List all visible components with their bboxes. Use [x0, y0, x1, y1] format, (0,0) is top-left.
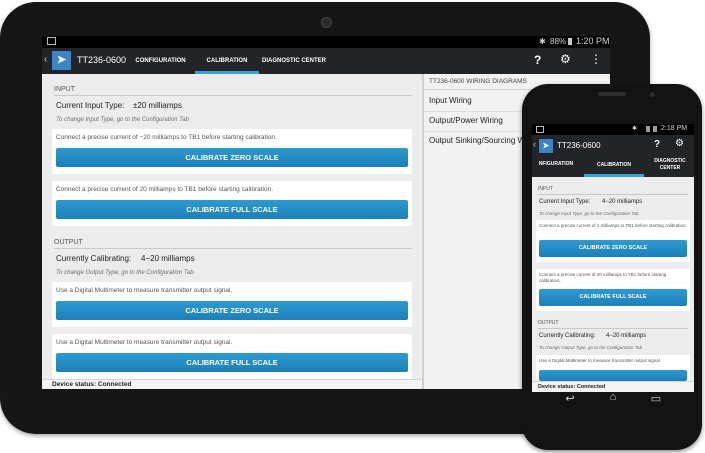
phone-screen: ✱ 2:18 PM ‹ ➤ TT236-0600 ? ⚙ NFIGURATION…: [532, 124, 694, 392]
input-calibrate-zero-button[interactable]: CALIBRATE ZERO SCALE: [539, 240, 687, 257]
input-zero-card: Connect a precise current of 4 milliamps…: [536, 220, 690, 262]
output-type-hint: To change Output Type, go to the Configu…: [539, 345, 643, 350]
output-calibrating-value: 4−20 milliamps: [141, 254, 195, 263]
output-type-hint: To change Output Type, go to the Configu…: [56, 270, 194, 276]
output-calibrating-value: 4−20 milliamps: [606, 333, 647, 339]
screenshot-icon: [47, 37, 56, 45]
output-calibrating-label: Currently Calibrating:: [539, 333, 596, 339]
device-status: Device status: Connected: [538, 384, 606, 390]
wiring-item-output-power[interactable]: Output/Power Wiring: [429, 116, 503, 125]
status-bar: ✱ 88% 1:20 PM: [42, 36, 610, 48]
gear-icon[interactable]: ⚙: [560, 52, 571, 66]
tab-diagnostic-center[interactable]: DIAGNOSTIC CENTER: [648, 158, 692, 172]
wiring-header: TT236-0600 WIRING DIAGRAMS: [429, 78, 527, 85]
output-full-card: Use a Digital Multimeter to measure tran…: [52, 334, 412, 379]
action-bar: ‹ ➤ TT236-0600 CONFIGURATION CALIBRATION…: [42, 48, 610, 74]
phone-action-bar: ‹ ➤ TT236-0600 ? ⚙: [532, 135, 694, 157]
overflow-menu-icon[interactable]: ⋮: [590, 52, 602, 66]
tab-diagnostic-center[interactable]: DIAGNOSTIC CENTER: [261, 48, 327, 74]
output-zero-instruction: Use a Digital Multimeter to measure tran…: [539, 358, 662, 363]
app-logo-icon: ➤: [539, 139, 553, 153]
back-chevron-icon[interactable]: ‹: [533, 139, 536, 149]
device-status: Device status: Connected: [52, 381, 132, 388]
calibration-pane: INPUT Current Input Type: ±20 milliamps …: [42, 74, 422, 389]
input-zero-card: Connect a precise current of −20 milliam…: [52, 129, 412, 174]
status-time: 2:18 PM: [661, 125, 688, 132]
battery-percent: 88%: [550, 37, 567, 46]
phone-camera: [650, 92, 655, 97]
output-calibrate-zero-button[interactable]: CALIBRATE ZERO SCALE: [56, 301, 408, 320]
tab-calibration[interactable]: CALIBRATION: [584, 157, 644, 177]
nav-back-icon[interactable]: ↩: [560, 392, 580, 405]
status-time: 1:20 PM: [576, 36, 610, 46]
input-full-card: Connect a precise current of 20 milliamp…: [52, 181, 412, 226]
phone-status-bar: ✱ 2:18 PM: [532, 124, 694, 135]
input-zero-instruction: Connect a precise current of −20 milliam…: [56, 134, 277, 141]
input-section-header: INPUT: [538, 186, 688, 195]
input-calibrate-zero-button[interactable]: CALIBRATE ZERO SCALE: [56, 148, 408, 167]
output-calibrating-label: Currently Calibrating:: [56, 254, 132, 263]
tab-configuration[interactable]: NFIGURATION: [532, 161, 580, 167]
input-type-value: 4−20 milliamps: [602, 199, 643, 205]
signal-icon: ✱: [539, 37, 546, 46]
bluetooth-icon: ✱: [632, 126, 638, 132]
battery-icon: [653, 126, 657, 132]
output-zero-card: Use a Digital Multimeter to measure tran…: [52, 282, 412, 327]
input-calibrate-full-button[interactable]: CALIBRATE FULL SCALE: [539, 289, 687, 306]
wiring-item-sinking-sourcing[interactable]: Output Sinking/Sourcing W: [429, 136, 525, 145]
input-calibrate-full-button[interactable]: CALIBRATE FULL SCALE: [56, 200, 408, 219]
tablet-camera: [321, 17, 332, 28]
nav-home-icon[interactable]: ⌂: [603, 391, 623, 403]
back-chevron-icon[interactable]: ‹: [44, 54, 47, 65]
output-full-instruction: Use a Digital Multimeter to measure tran…: [56, 339, 233, 346]
app-logo-icon: ➤: [52, 51, 71, 70]
output-zero-instruction: Use a Digital Multimeter to measure tran…: [56, 287, 233, 294]
output-section-header: OUTPUT: [54, 239, 412, 249]
signal-icon: [646, 126, 650, 132]
battery-icon: [568, 38, 572, 45]
app-title: TT236-0600: [77, 55, 127, 65]
nav-recent-apps-icon[interactable]: ▭: [646, 392, 666, 405]
output-calibrate-full-button[interactable]: CALIBRATE FULL SCALE: [56, 353, 408, 372]
help-icon[interactable]: ?: [654, 139, 660, 150]
phone-tab-bar: NFIGURATION CALIBRATION DIAGNOSTIC CENTE…: [532, 157, 694, 177]
device-status-bar: Device status: Connected: [42, 379, 422, 389]
input-section-header: INPUT: [54, 86, 412, 96]
phone-speaker: [598, 92, 626, 96]
input-type-value: ±20 milliamps: [133, 101, 182, 110]
tab-configuration[interactable]: CONFIGURATION: [128, 48, 193, 74]
app-title: TT236-0600: [557, 141, 601, 150]
output-section-header: OUTPUT: [538, 320, 688, 329]
input-type-label: Current Input Type:: [539, 199, 591, 205]
input-full-instruction: Connect a precise current of 20 milliamp…: [539, 272, 667, 283]
input-type-hint: To change Input Type, go to the Configur…: [56, 117, 189, 123]
input-type-hint: To change Input Type, go to the Configur…: [539, 211, 639, 216]
input-full-card: Connect a precise current of 20 milliamp…: [536, 269, 690, 311]
output-zero-card: Use a Digital Multimeter to measure tran…: [536, 355, 690, 381]
input-type-label: Current Input Type:: [56, 101, 125, 110]
tab-calibration[interactable]: CALIBRATION: [195, 48, 259, 74]
input-full-instruction: Connect a precise current of 20 milliamp…: [56, 186, 274, 193]
wiring-item-input[interactable]: Input Wiring: [429, 96, 472, 105]
gear-icon[interactable]: ⚙: [675, 138, 684, 149]
output-calibrate-zero-button[interactable]: [539, 370, 687, 381]
screenshot-icon: [536, 126, 544, 133]
input-zero-instruction: Connect a precise current of 4 milliamps…: [539, 223, 687, 228]
help-icon[interactable]: ?: [534, 53, 541, 67]
